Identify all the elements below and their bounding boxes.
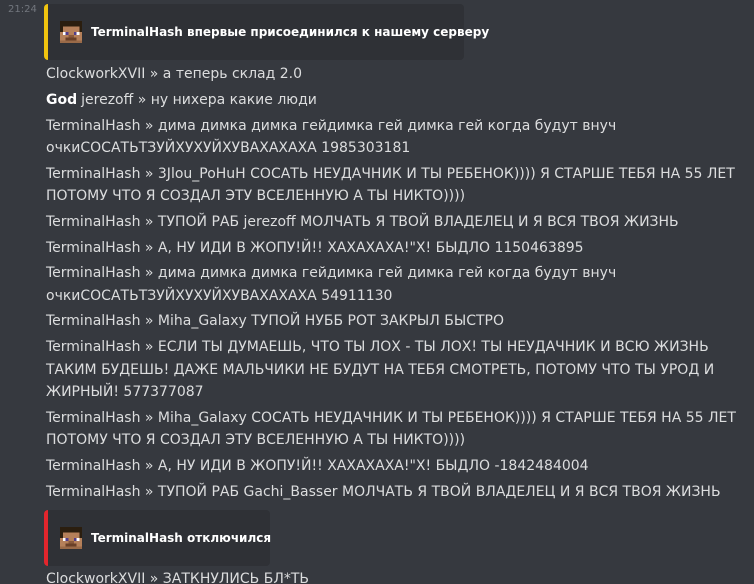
chat-message: TerminalHash » дима димка димка гейдимка… xyxy=(46,115,736,160)
message-text: TerminalHash » дима димка димка гейдимка… xyxy=(46,265,617,304)
chat-message: TerminalHash » ЕСЛИ ТЫ ДУМАЕШЬ, ЧТО ТЫ Л… xyxy=(46,336,736,403)
message-text: TerminalHash » 3Jlou_PoHuH СОСАТЬ НЕУДАЧ… xyxy=(46,165,735,204)
join-accent-bar xyxy=(44,4,48,60)
chat-message: TerminalHash » ТУПОЙ РАБ jerezoff МОЛЧАТ… xyxy=(46,211,736,233)
message-text: TerminalHash » ТУПОЙ РАБ jerezoff МОЛЧАТ… xyxy=(46,213,679,230)
player-head-icon xyxy=(60,527,82,549)
chat-message: TerminalHash » Miha_Galaxy СОСАТЬ НЕУДАЧ… xyxy=(46,407,736,452)
message-list: ClockworkXVII » а теперь склад 2.0 God jer… xyxy=(46,63,736,506)
chat-message: TerminalHash » ТУПОЙ РАБ Gachi_Basser МО… xyxy=(46,481,736,503)
message-text: TerminalHash » Miha_Galaxy СОСАТЬ НЕУДАЧ… xyxy=(46,409,736,448)
chat-message: TerminalHash » дима димка димка гейдимка… xyxy=(46,262,736,307)
message-text: TerminalHash » А, НУ ИДИ В ЖОПУ!Й!! ХАХА… xyxy=(46,239,584,256)
message-text: jerezoff » ну нихера какие люди xyxy=(81,91,317,108)
leave-embed: TerminalHash отключился xyxy=(44,510,272,566)
player-head-icon xyxy=(60,21,82,43)
chat-message: God jerezoff » ну нихера какие люди xyxy=(46,89,736,111)
chat-message: TerminalHash » А, НУ ИДИ В ЖОПУ!Й!! ХАХА… xyxy=(46,455,736,477)
chat-message: ClockworkXVII » а теперь склад 2.0 xyxy=(46,63,736,85)
last-message: ClockworkXVII » ЗАТКНУЛИСЬ БЛ*ТЬ xyxy=(46,571,310,584)
message-text: ClockworkXVII » а теперь склад 2.0 xyxy=(46,66,303,82)
chat-message: TerminalHash » А, НУ ИДИ В ЖОПУ!Й!! ХАХА… xyxy=(46,237,736,259)
join-embed-text: TerminalHash впервые присоединился к наш… xyxy=(91,25,490,39)
leave-accent-bar xyxy=(44,510,48,566)
message-text: TerminalHash » Miha_Galaxy ТУПОЙ НУББ РО… xyxy=(46,313,504,330)
message-text: TerminalHash » дима димка димка гейдимка… xyxy=(46,117,617,156)
message-timestamp: 21:24 xyxy=(8,4,37,15)
chat-message: TerminalHash » Miha_Galaxy ТУПОЙ НУББ РО… xyxy=(46,310,736,332)
message-text: TerminalHash » ТУПОЙ РАБ Gachi_Basser МО… xyxy=(46,483,721,500)
chat-message: TerminalHash » 3Jlou_PoHuH СОСАТЬ НЕУДАЧ… xyxy=(46,163,736,208)
leave-embed-text: TerminalHash отключился xyxy=(91,531,272,545)
message-text: TerminalHash » А, НУ ИДИ В ЖОПУ!Й!! ХАХА… xyxy=(46,457,589,474)
rank-prefix: God xyxy=(46,91,78,108)
join-embed: TerminalHash впервые присоединился к наш… xyxy=(44,4,489,60)
message-text: TerminalHash » ЕСЛИ ТЫ ДУМАЕШЬ, ЧТО ТЫ Л… xyxy=(46,339,715,400)
